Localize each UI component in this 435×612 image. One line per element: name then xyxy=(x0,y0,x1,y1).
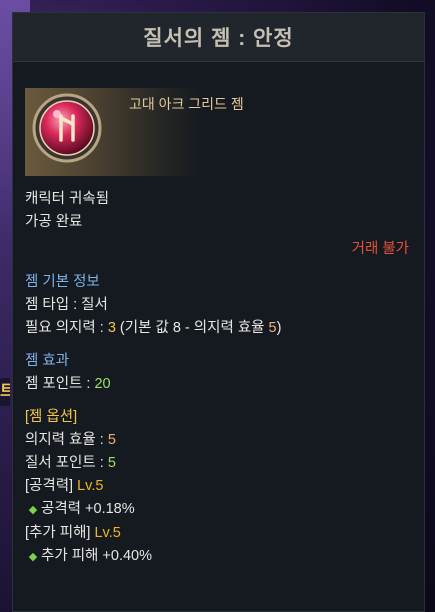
will-efficiency-option-value: 5 xyxy=(107,432,116,448)
item-tooltip: 질서의 젬 : 안정 고대 아크 그리드 젬 캐릭터 귀속됨 가공 완료 거래 … xyxy=(12,12,425,612)
item-grade-name: 고대 아크 그리드 젬 xyxy=(129,96,244,112)
extra-damage-option: [추가 피해] Lv.5 xyxy=(25,525,121,541)
trade-status: 거래 불가 xyxy=(351,241,409,257)
attack-level: Lv.5 xyxy=(77,478,104,494)
basic-info-title: 젬 기본 정보 xyxy=(25,274,100,290)
will-efficiency-option: 의지력 효율 : 5 xyxy=(25,432,116,448)
diamond-bullet-icon: ◆ xyxy=(28,504,38,516)
gem-options-title: [젬 옵션] xyxy=(25,409,78,425)
extra-damage-effect: ◆ 추가 피해 +0.40% xyxy=(25,545,412,569)
order-point-option: 질서 포인트 : 5 xyxy=(25,455,116,471)
background-partial-label: 트 xyxy=(0,378,10,406)
required-will: 필요 의지력 : 3 (기본 값 8 - 의지력 효율 5) xyxy=(25,320,282,336)
item-header: 고대 아크 그리드 젬 xyxy=(25,88,244,176)
gem-effect-title: 젬 효과 xyxy=(25,353,70,369)
gem-type: 젬 타입 : 질서 xyxy=(25,297,108,313)
diamond-bullet-icon: ◆ xyxy=(28,551,38,563)
attack-effect: ◆ 공격력 +0.18% xyxy=(25,498,412,522)
extra-damage-level: Lv.5 xyxy=(94,525,121,541)
tooltip-title: 질서의 젬 : 안정 xyxy=(13,13,424,62)
gem-point-value: 20 xyxy=(94,376,111,392)
bound-status: 캐릭터 귀속됨 xyxy=(25,191,110,207)
tooltip-body: 캐릭터 귀속됨 가공 완료 거래 불가 젬 기본 정보 젬 타입 : 질서 필요… xyxy=(13,176,424,569)
gem-icon xyxy=(32,93,102,163)
will-efficiency-value: 5 xyxy=(268,320,277,336)
order-point-value: 5 xyxy=(107,455,116,471)
required-will-value: 3 xyxy=(107,320,116,336)
processing-status: 가공 완료 xyxy=(25,214,83,230)
gem-point: 젬 포인트 : 20 xyxy=(25,376,111,392)
attack-option: [공격력] Lv.5 xyxy=(25,478,104,494)
